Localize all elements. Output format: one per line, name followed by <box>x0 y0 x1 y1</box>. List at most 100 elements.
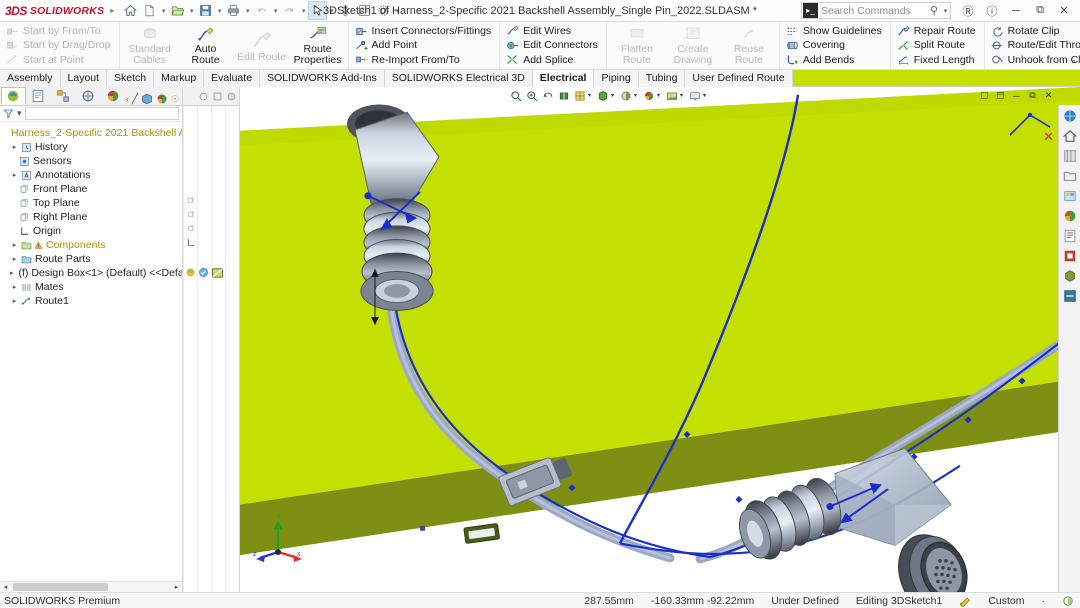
tree-item-assembly-root[interactable]: Harness_2-Specific 2021 Backshell Assem <box>0 126 182 140</box>
task-pane-pdm-icon[interactable] <box>1061 247 1078 264</box>
collapse-chevron-icon[interactable]: ‹ <box>126 94 129 104</box>
appearance-column-icon[interactable] <box>226 91 237 102</box>
zoom-to-area-icon[interactable] <box>524 88 539 103</box>
display-mode-column-icon[interactable] <box>212 91 223 102</box>
appearance-icon[interactable] <box>156 93 168 105</box>
task-pane-home-icon[interactable] <box>1061 127 1078 144</box>
open-document-icon[interactable] <box>168 1 187 20</box>
task-pane-file-explorer-icon[interactable] <box>1061 167 1078 184</box>
edit-connectors-button[interactable]: Edit Connectors <box>504 38 602 52</box>
doc-minimize-icon[interactable] <box>993 89 1008 103</box>
show-guidelines-button[interactable]: Show Guidelines <box>784 24 886 38</box>
close-button[interactable]: ✕ <box>1052 1 1076 21</box>
route-edit-through-clip-button[interactable]: Route/Edit Through Clip <box>989 38 1080 52</box>
print-dropdown[interactable]: ▾ <box>243 7 252 15</box>
task-pane-design-library-icon[interactable] <box>1061 147 1078 164</box>
tree-twisty[interactable]: ▸ <box>10 283 19 292</box>
apply-scene-icon[interactable] <box>664 88 679 103</box>
covering-button[interactable]: Covering <box>784 38 886 52</box>
home-icon[interactable] <box>121 1 140 20</box>
insert-connectors-fittings-button[interactable]: Insert Connectors/Fittings <box>353 24 496 38</box>
tree-item-components[interactable]: ▸ Components <box>0 238 182 252</box>
hide-show-column-icon[interactable] <box>198 91 209 102</box>
part-marker-icon[interactable] <box>185 267 196 278</box>
tree-item-mates[interactable]: ▸ Mates <box>0 280 182 294</box>
save-icon[interactable] <box>196 1 215 20</box>
filter-dropdown-icon[interactable]: ▾ <box>17 108 22 119</box>
view-settings-dropdown[interactable]: ▾ <box>703 92 709 99</box>
minimize-button[interactable]: ─ <box>1004 1 1028 21</box>
task-pane-appearances-icon[interactable] <box>1061 207 1078 224</box>
tab-sketch[interactable]: Sketch <box>107 70 154 87</box>
start-by-drag-drop-button[interactable]: Start by Drag/Drop <box>4 38 115 52</box>
doc-restore-button[interactable]: ⧉ <box>1025 89 1040 103</box>
tree-item-front-plane[interactable]: Front Plane <box>0 182 182 196</box>
feature-manager-tab[interactable] <box>1 87 26 105</box>
visibility-eye-icon[interactable]: ☉ <box>171 94 179 105</box>
previous-view-icon[interactable] <box>540 88 555 103</box>
auto-route-button[interactable]: Auto Route <box>178 24 234 67</box>
unhook-from-clip-button[interactable]: Unhook from Clip <box>989 53 1080 67</box>
display-style-dropdown[interactable]: ▾ <box>611 92 617 99</box>
tree-twisty[interactable]: ▸ <box>10 297 19 306</box>
sketch-status-icon[interactable] <box>959 595 971 607</box>
display-state-icon[interactable] <box>1062 595 1074 607</box>
new-document-icon[interactable] <box>140 1 159 20</box>
view-settings-icon[interactable] <box>687 88 702 103</box>
options-list-icon[interactable] <box>355 1 374 20</box>
settings-dropdown[interactable]: ▾ <box>393 7 402 15</box>
tree-item-right-plane[interactable]: Right Plane <box>0 210 182 224</box>
add-bends-button[interactable]: Add Bends <box>784 53 886 67</box>
help-icon[interactable]: ⓘ <box>980 1 1004 21</box>
display-manager-tab[interactable] <box>101 87 126 105</box>
tree-item-sensors[interactable]: Sensors <box>0 154 182 168</box>
section-view-icon[interactable] <box>556 88 571 103</box>
split-route-button[interactable]: Split Route <box>895 38 980 52</box>
search-commands-box[interactable]: ▸_ Search Commands ⚲ ▾ <box>801 2 951 19</box>
filter-funnel-icon[interactable] <box>3 108 14 119</box>
ribbon-collapse-icon[interactable]: ^ <box>1072 58 1076 68</box>
tree-item-top-plane[interactable]: Top Plane <box>0 196 182 210</box>
save-dropdown[interactable]: ▾ <box>215 7 224 15</box>
feature-tree-hscrollbar[interactable]: ◂ ▸ <box>0 581 182 592</box>
new-document-dropdown[interactable]: ▾ <box>159 7 168 15</box>
add-splice-button[interactable]: Add Splice <box>504 53 602 67</box>
tree-twisty[interactable]: ▸ <box>10 269 14 278</box>
fixed-length-button[interactable]: Fixed Length <box>895 53 980 67</box>
undo-icon[interactable] <box>252 1 271 20</box>
hide-show-line-icon[interactable]: ╱ <box>132 94 138 105</box>
hide-show-items-icon[interactable] <box>618 88 633 103</box>
search-dropdown[interactable]: ▾ <box>941 7 950 15</box>
tab-solidworks-electrical-3d[interactable]: SOLIDWORKS Electrical 3D <box>385 70 533 87</box>
tab-layout[interactable]: Layout <box>61 70 108 87</box>
scroll-thumb[interactable] <box>13 583 108 591</box>
rotate-clip-button[interactable]: Rotate Clip <box>989 24 1080 38</box>
tab-assembly[interactable]: Assembly <box>0 70 61 87</box>
tree-item-route-parts[interactable]: ▸ Route Parts <box>0 252 182 266</box>
add-point-button[interactable]: Add Point <box>353 38 496 52</box>
tab-evaluate[interactable]: Evaluate <box>204 70 260 87</box>
zoom-to-fit-icon[interactable] <box>508 88 523 103</box>
graphics-viewport[interactable]: ▾ ▾ ▾ ▾ ▾ <box>240 87 1080 592</box>
search-icon[interactable]: ⚲ <box>930 4 941 17</box>
tree-filter-input[interactable] <box>25 107 179 120</box>
tree-item-history[interactable]: ▸ History <box>0 140 182 154</box>
task-pane-resources-icon[interactable] <box>1061 107 1078 124</box>
tree-twisty[interactable]: ▸ <box>10 143 19 152</box>
scroll-right-arrow[interactable]: ▸ <box>171 583 182 591</box>
task-pane-inspection-icon[interactable] <box>1061 267 1078 284</box>
hide-show-dropdown[interactable]: ▾ <box>634 92 640 99</box>
doc-restore-icon[interactable] <box>977 89 992 103</box>
property-manager-tab[interactable] <box>26 87 51 105</box>
scroll-left-arrow[interactable]: ◂ <box>0 583 11 591</box>
tree-item-annotations[interactable]: ▸ Annotations <box>0 168 182 182</box>
display-state-marker-icon[interactable] <box>198 267 209 278</box>
tab-solidworks-add-ins[interactable]: SOLIDWORKS Add-Ins <box>260 70 385 87</box>
account-icon[interactable]: Ⓡ <box>956 1 980 21</box>
edit-appearance-dropdown[interactable]: ▾ <box>657 92 663 99</box>
create-drawing-button[interactable]: Create Drawing <box>665 24 721 67</box>
print-icon[interactable] <box>224 1 243 20</box>
repair-route-button[interactable]: Repair Route <box>895 24 980 38</box>
tab-markup[interactable]: Markup <box>154 70 204 87</box>
task-pane-custom-properties-icon[interactable] <box>1061 227 1078 244</box>
